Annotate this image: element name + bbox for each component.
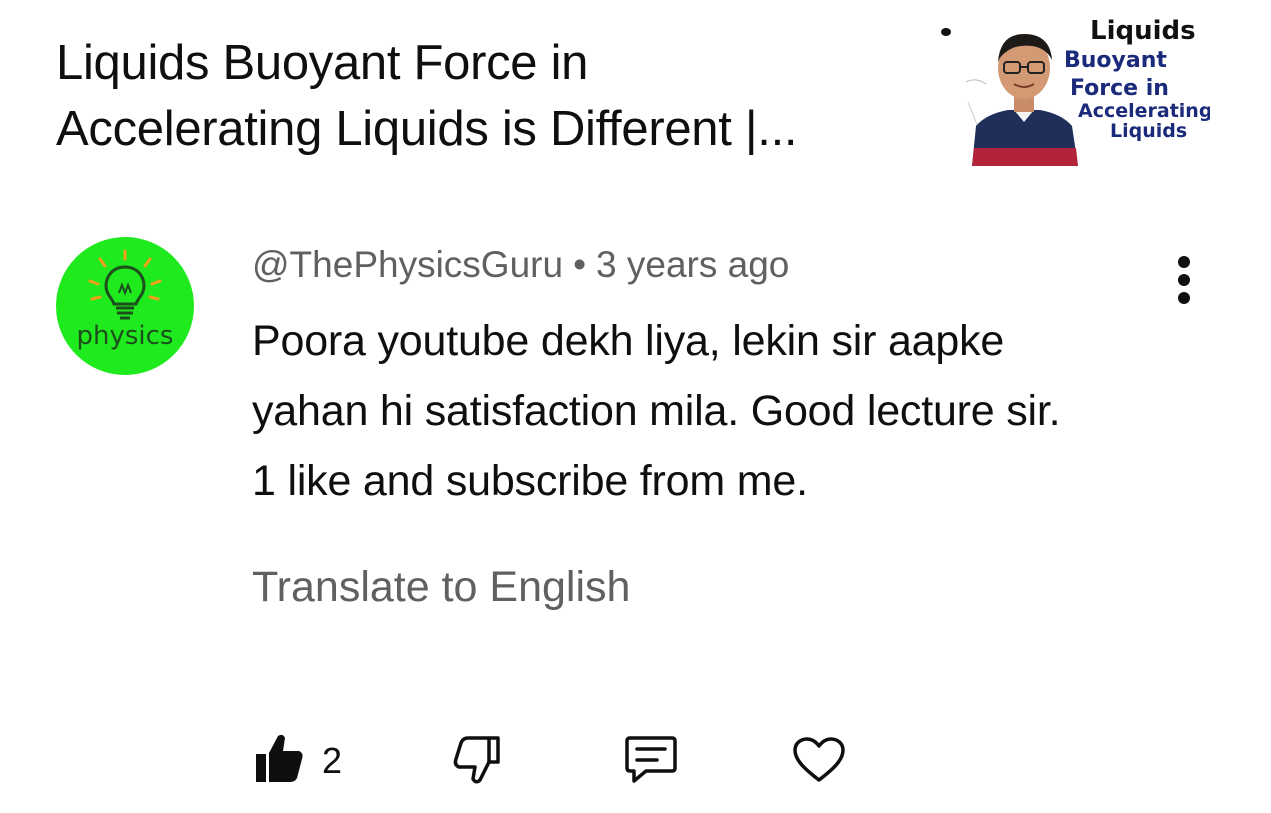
comment-meta: @ThePhysicsGuru • 3 years ago xyxy=(252,244,789,286)
reply-button[interactable] xyxy=(624,734,678,791)
thumbs-up-icon xyxy=(256,734,303,782)
like-count: 2 xyxy=(322,740,343,781)
author-avatar[interactable]: physics xyxy=(56,237,194,375)
comment-text: Poora youtube dekh liya, lekin sir aapke… xyxy=(252,306,1212,516)
menu-dot xyxy=(1178,292,1190,304)
heart-button[interactable] xyxy=(792,736,846,789)
comment-time: 3 years ago xyxy=(596,244,790,285)
like-button[interactable] xyxy=(254,732,304,789)
comment-icon xyxy=(625,736,677,783)
thumbnail-text-2: Buoyant xyxy=(1064,48,1167,73)
video-thumbnail[interactable]: Liquids Buoyant Force in Accelerating Li… xyxy=(938,14,1210,166)
lightbulb-icon xyxy=(88,249,162,320)
menu-dot xyxy=(1178,256,1190,268)
video-title-line-2: Accelerating Liquids is Different |... xyxy=(56,102,798,156)
comment-text-line-3: 1 like and subscribe from me. xyxy=(252,457,808,505)
meta-separator: • xyxy=(573,244,587,285)
comment-text-line-2: yahan hi satisfaction mila. Good lecture… xyxy=(252,387,1061,435)
thumbs-down-icon xyxy=(453,736,500,784)
presenter-photo xyxy=(966,34,1078,166)
heart-icon xyxy=(793,737,845,782)
thumbnail-text-4: Accelerating xyxy=(1078,100,1210,122)
translate-button[interactable]: Translate to English xyxy=(252,563,630,612)
comment-author[interactable]: @ThePhysicsGuru xyxy=(252,244,563,285)
comment-actions: 2 xyxy=(0,726,1271,796)
thumbnail-text-5: Liquids xyxy=(1110,120,1188,142)
avatar-label: physics xyxy=(76,321,174,351)
thumbnail-text-3: Force in xyxy=(1070,76,1169,101)
dislike-button[interactable] xyxy=(452,734,502,791)
comment-text-line-1: Poora youtube dekh liya, lekin sir aapke xyxy=(252,317,1005,365)
thumbnail-dot xyxy=(941,28,951,36)
more-vert-icon[interactable] xyxy=(1166,252,1202,308)
video-title[interactable]: Liquids Buoyant Force in Accelerating Li… xyxy=(56,30,936,162)
thumbnail-text-1: Liquids xyxy=(1090,16,1196,46)
menu-dot xyxy=(1178,274,1190,286)
video-title-line-1: Liquids Buoyant Force in xyxy=(56,36,589,90)
